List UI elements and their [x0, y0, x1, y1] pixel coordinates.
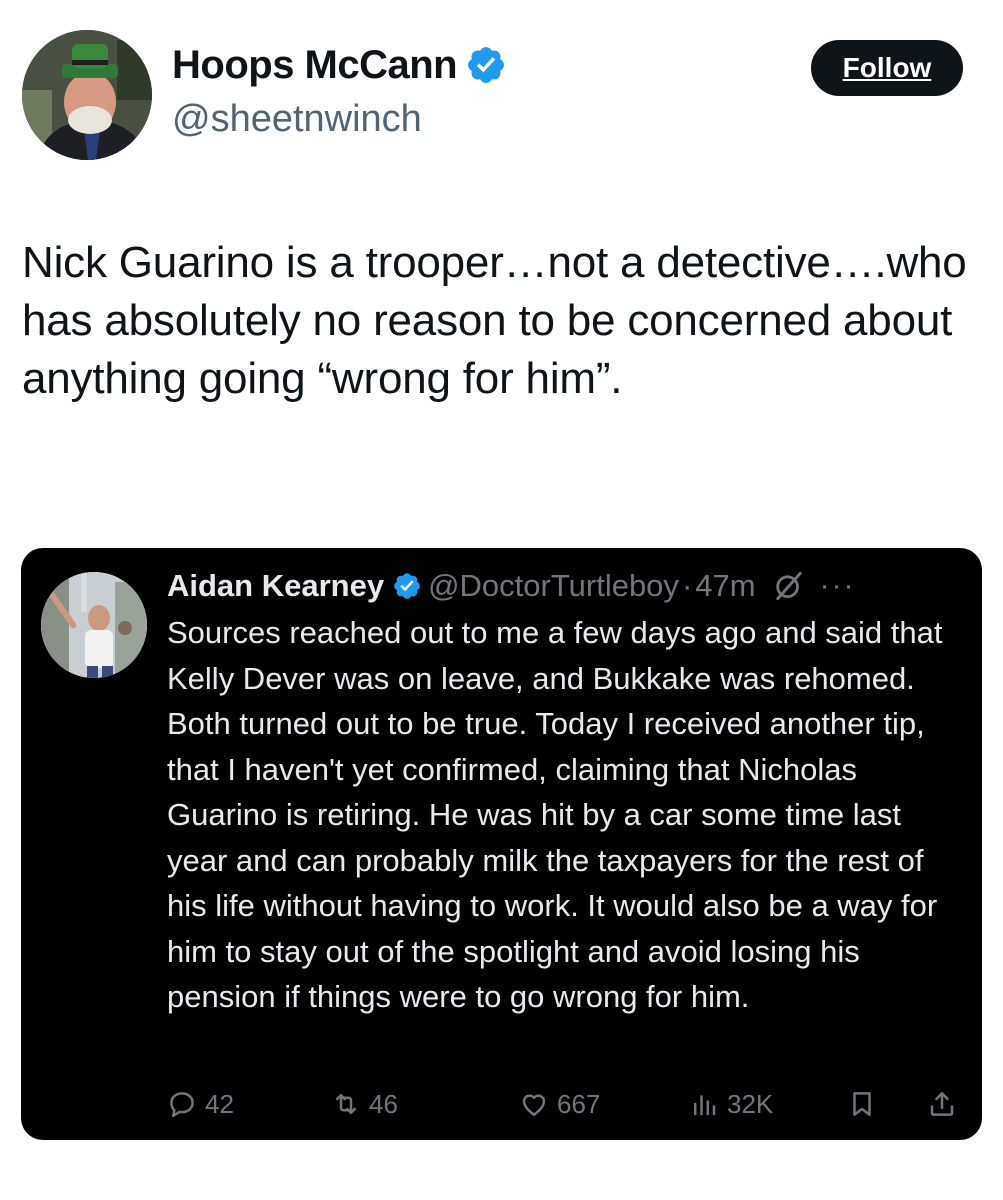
like-icon: [522, 1094, 546, 1116]
more-options-icon[interactable]: ···: [820, 566, 856, 606]
repost-count: 46: [369, 1088, 398, 1119]
share-icon: [930, 1092, 954, 1116]
reply-count: 42: [205, 1088, 234, 1119]
like-count: 667: [557, 1088, 601, 1119]
author-avatar[interactable]: [22, 30, 152, 160]
grok-icon[interactable]: [772, 569, 806, 603]
views-button[interactable]: 32K: [689, 1084, 773, 1124]
header-separator: ·: [681, 568, 693, 603]
tweet-text: Nick Guarino is a trooper…not a detectiv…: [22, 238, 967, 403]
author-name[interactable]: Hoops McCann: [172, 45, 458, 85]
share-button[interactable]: [927, 1084, 957, 1124]
repost-icon: [336, 1094, 356, 1114]
bookmark-icon: [853, 1092, 871, 1116]
quoted-author-name[interactable]: Aidan Kearney: [167, 566, 384, 606]
quoted-action-bar: 42 46 667 32K: [167, 1084, 967, 1124]
quoted-author-avatar[interactable]: [41, 572, 147, 678]
bookmark-button[interactable]: [847, 1084, 877, 1124]
reply-icon: [170, 1092, 194, 1118]
views-icon: [694, 1095, 716, 1116]
repost-button[interactable]: 46: [331, 1084, 398, 1124]
follow-button[interactable]: Follow: [811, 40, 963, 96]
verified-badge-icon: [394, 573, 420, 599]
reply-button[interactable]: 42: [167, 1084, 234, 1124]
quoted-timestamp[interactable]: 47m: [695, 566, 755, 606]
author-name-row: Hoops McCann: [172, 44, 507, 86]
quoted-author-handle[interactable]: @DoctorTurtleboy: [428, 566, 679, 606]
views-count: 32K: [727, 1088, 774, 1119]
author-handle[interactable]: @sheetnwinch: [172, 100, 422, 138]
like-button[interactable]: 667: [519, 1084, 600, 1124]
verified-badge-icon: [468, 47, 505, 83]
quoted-tweet-text: Sources reached out to me a few days ago…: [167, 615, 943, 1014]
quoted-tweet-card[interactable]: Aidan Kearney @DoctorTurtleboy · 47m ···…: [21, 548, 982, 1140]
quoted-tweet-header: Aidan Kearney @DoctorTurtleboy · 47m ···: [167, 566, 967, 606]
